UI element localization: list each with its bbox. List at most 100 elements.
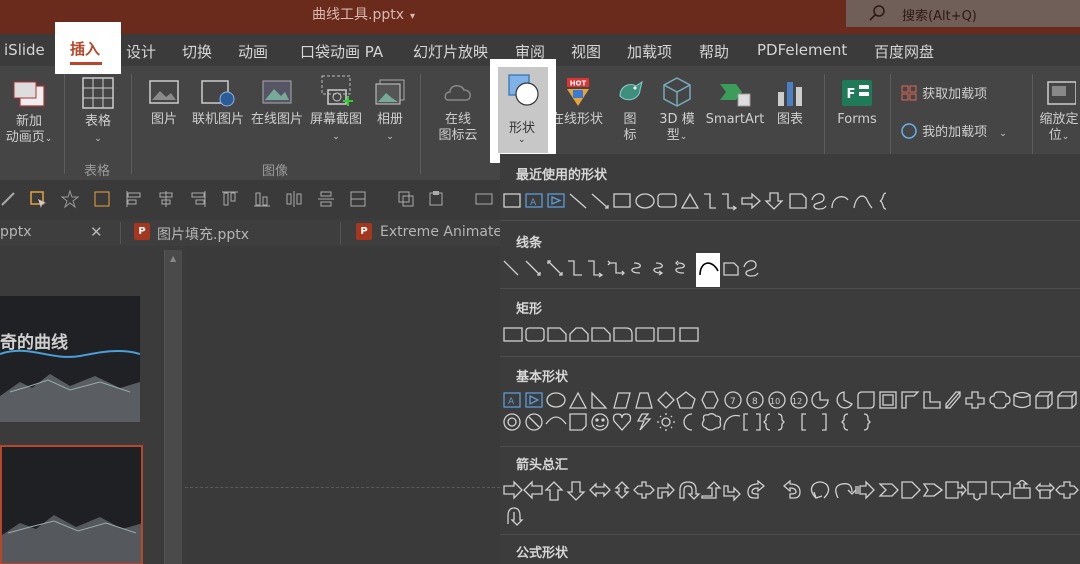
tab-design[interactable]: 设计	[126, 41, 156, 62]
tab-animations[interactable]: 动画	[238, 41, 268, 62]
tab-baidu-netdisk[interactable]: 百度网盘	[874, 41, 934, 62]
icons-button[interactable]: 图 标	[610, 76, 650, 144]
tab-view[interactable]: 视图	[571, 41, 601, 62]
search-placeholder: 搜索(Alt+Q)	[902, 9, 977, 24]
chevron-down-icon: ⌄	[332, 132, 340, 142]
basic-shapes-rows[interactable]: A 7 8 10 12	[502, 390, 1080, 436]
shapes-button[interactable]: 形状 ⌄	[490, 59, 556, 163]
online-icon-cloud-label-1: 在线	[444, 112, 471, 127]
chevron-down-icon: ⌄	[94, 134, 102, 144]
chevron-down-icon: ⌄	[999, 129, 1007, 139]
title-dropdown-icon[interactable]: ▾	[410, 11, 415, 22]
new-slide-icon	[13, 81, 45, 107]
tab-transitions[interactable]: 切换	[182, 41, 212, 62]
svg-text:10: 10	[770, 397, 780, 406]
block-arrow-shapes-rows[interactable]	[502, 480, 1080, 526]
landscape-picture-icon	[262, 80, 292, 104]
slide-canvas[interactable]	[185, 246, 500, 564]
recent-shapes-row[interactable]: A	[502, 190, 902, 212]
tab-pdfelement[interactable]: PDFelement	[757, 41, 847, 59]
shapes-icon	[508, 74, 539, 106]
my-addins-button[interactable]: 我的加载项 ⌄	[900, 122, 1020, 142]
tab-pocket-animation[interactable]: 口袋动画 PA	[300, 41, 383, 62]
distribute-horizontal-icon[interactable]	[284, 189, 304, 209]
mountain-image	[0, 349, 140, 422]
shapes-button-pressed: 形状 ⌄	[498, 67, 548, 153]
svg-text:A: A	[530, 198, 537, 208]
paste-icon[interactable]	[426, 189, 446, 209]
photo-album-button[interactable]: 相册 ⌄	[370, 78, 410, 145]
group-separator	[420, 74, 421, 174]
group-separator	[131, 74, 132, 174]
get-addins-button[interactable]: 获取加载项	[900, 84, 1010, 103]
screenshot-label: 屏幕截图	[309, 112, 362, 127]
3d-models-button[interactable]: 3D 模 型⌄	[654, 76, 700, 145]
scroll-up-icon[interactable]: ▲	[170, 254, 176, 263]
tab-islide[interactable]: iSlide	[4, 41, 45, 59]
rectangle-tool-icon[interactable]	[474, 189, 494, 209]
online-icon-cloud-label-2: 图标云	[438, 128, 478, 143]
match-size-icon[interactable]	[348, 189, 368, 209]
align-top-icon[interactable]	[220, 189, 240, 209]
document-title[interactable]: 曲线工具.pptx ▾	[312, 4, 415, 24]
svg-text:A: A	[508, 397, 515, 407]
cube-icon	[663, 77, 691, 107]
online-image-label: 在线图片	[250, 112, 303, 127]
chart-label: 图表	[776, 112, 803, 127]
align-left-icon[interactable]	[124, 189, 144, 209]
tab-insert[interactable]: 插入	[55, 22, 121, 74]
align-bottom-icon[interactable]	[252, 189, 272, 209]
align-right-icon[interactable]	[188, 189, 208, 209]
smartart-button[interactable]: SmartArt	[702, 78, 768, 128]
chart-button[interactable]: 图表	[770, 78, 810, 128]
tab-slideshow[interactable]: 幻灯片放映	[413, 41, 488, 62]
slide-thumbnail-pane: 奇的曲线 ▲	[0, 246, 185, 564]
new-animation-page-button[interactable]: 新加 动画页⌄	[0, 80, 58, 147]
online-pictures-label: 联机图片	[191, 112, 244, 127]
chevron-down-icon: ⌄	[1061, 132, 1070, 142]
tab-insert-label: 插入	[70, 40, 101, 58]
screenshot-button[interactable]: 屏幕截图 ⌄	[306, 74, 366, 145]
chevron-down-icon: ⌄	[518, 135, 526, 145]
table-button[interactable]: 表格 ⌄	[74, 76, 122, 147]
tab-addins[interactable]: 加载项	[627, 41, 672, 62]
tab-separator	[120, 222, 121, 244]
section-separator	[500, 534, 1080, 535]
tab-help[interactable]: 帮助	[699, 41, 729, 62]
forms-label: Forms	[837, 112, 877, 127]
addin-puzzle-icon	[901, 123, 917, 139]
shapes-dropdown: 最近使用的形状 A 线条 矩形 基本形状 A 7 8 10 12 箭头总汇 公式…	[500, 154, 1080, 564]
close-icon[interactable]: ✕	[90, 223, 103, 241]
distribute-vertical-icon[interactable]	[316, 189, 336, 209]
shape-tool-icon[interactable]	[92, 189, 112, 209]
align-center-icon[interactable]	[156, 189, 176, 209]
online-icon-cloud-button[interactable]: 在线 图标云	[430, 78, 486, 144]
picture-button[interactable]: 图片	[142, 78, 186, 128]
svg-text:7: 7	[730, 397, 736, 407]
doc-tab-picture-fill[interactable]: 图片填充.pptx	[157, 224, 249, 244]
slide-thumbnail[interactable]: 奇的曲线	[0, 296, 140, 422]
smartart-icon	[720, 84, 751, 107]
rectangle-shapes-row[interactable]	[502, 324, 722, 346]
star-icon[interactable]	[60, 189, 80, 209]
zoom-slide-icon	[1047, 81, 1076, 105]
online-shapes-label: 在线形状	[550, 112, 603, 127]
section-block-arrows: 箭头总汇	[516, 458, 569, 473]
doc-tab-extreme[interactable]: Extreme Animatec	[380, 224, 510, 240]
online-pictures-button[interactable]: 联机图片	[188, 78, 248, 128]
search-box[interactable]: 搜索(Alt+Q)	[846, 0, 1080, 27]
slide-thumbnail-selected[interactable]	[0, 445, 143, 564]
online-image-button[interactable]: 在线图片	[248, 78, 306, 128]
forms-button[interactable]: F Forms	[832, 78, 882, 128]
line-shapes-row[interactable]	[502, 257, 782, 279]
thumbnail-scrollbar[interactable]: ▲	[164, 250, 182, 564]
select-icon[interactable]	[28, 189, 48, 209]
online-picture-icon	[201, 80, 235, 107]
copy-icon[interactable]	[396, 189, 416, 209]
table-label: 表格	[84, 114, 111, 129]
zoom-button[interactable]: 缩放定 位⌄	[1038, 78, 1080, 145]
hot-shapes-icon: HOT	[567, 78, 589, 106]
brush-icon[interactable]	[0, 189, 20, 209]
doc-tab-current[interactable]: pptx	[0, 224, 32, 240]
section-recent-shapes: 最近使用的形状	[516, 168, 608, 183]
